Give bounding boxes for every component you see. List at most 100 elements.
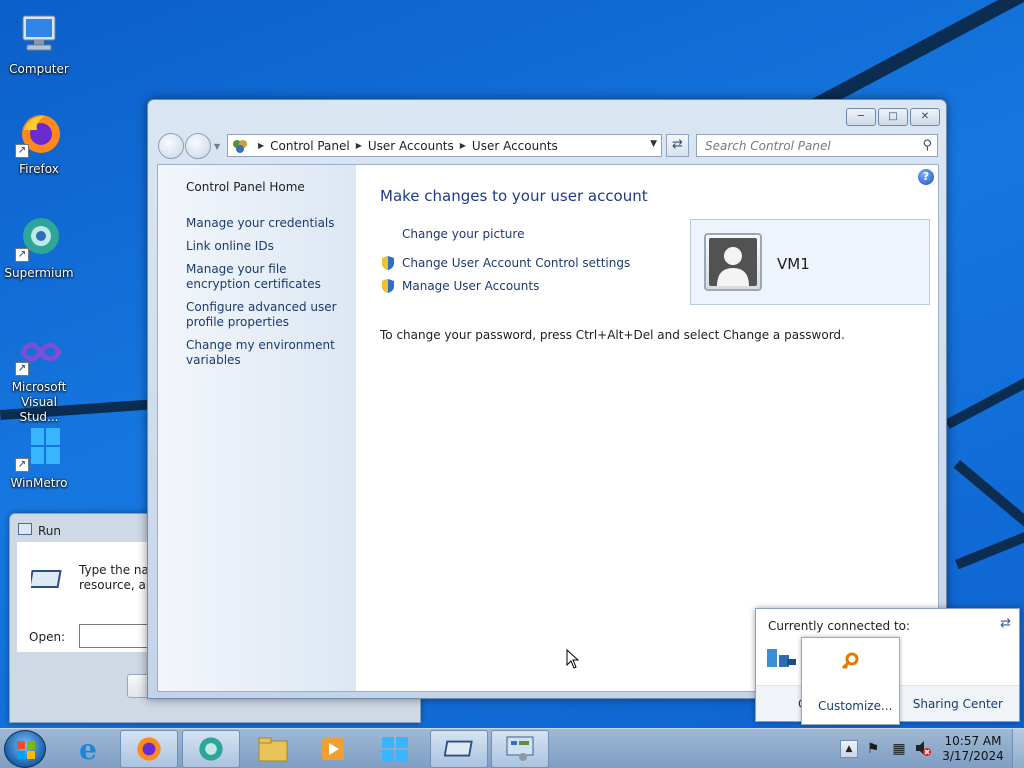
back-button[interactable]	[158, 133, 184, 159]
wallpaper-stripe	[945, 377, 1024, 429]
address-dropdown-icon[interactable]: ▼	[650, 139, 657, 149]
search-box[interactable]: ⚲	[696, 134, 938, 157]
breadcrumb-separator-icon: ▶	[459, 141, 466, 150]
network-flyout-header: Currently connected to:	[768, 619, 911, 633]
supermium-icon	[199, 737, 223, 761]
environment-variables-link[interactable]: Change my environment variables	[186, 338, 351, 368]
key-icon	[840, 652, 860, 675]
shortcut-arrow-icon: ↗	[15, 144, 29, 158]
desktop-icon-supermium[interactable]: ↗ Supermium	[2, 214, 76, 281]
show-desktop-button[interactable]	[1012, 729, 1024, 768]
run-icon	[444, 740, 473, 757]
taskbar-media-player[interactable]	[304, 730, 362, 768]
address-bar[interactable]: ▶ Control Panel ▶ User Accounts ▶ User A…	[227, 134, 662, 157]
windows-logo-icon	[17, 741, 35, 759]
user-silhouette-icon	[709, 238, 757, 286]
desktop-icon-label: WinMetro	[10, 476, 68, 490]
link-online-ids-link[interactable]: Link online IDs	[186, 239, 351, 254]
internet-explorer-icon: e	[79, 732, 97, 766]
system-clock[interactable]: 10:57 AM 3/17/2024	[938, 734, 1008, 764]
search-icon[interactable]: ⚲	[922, 138, 932, 153]
taskbar: e ▲ ⚑ ▦ 10:57 AM 3/17/2024	[0, 728, 1024, 768]
network-tray-icon[interactable]: ▦	[890, 739, 908, 759]
breadcrumb-user-accounts-current[interactable]: User Accounts	[472, 139, 558, 153]
uac-settings-link[interactable]: Change User Account Control settings	[380, 255, 630, 271]
run-title-icon	[18, 523, 32, 535]
taskbar-supermium[interactable]	[182, 730, 240, 768]
wallpaper-stripe	[810, 0, 1024, 113]
run-dialog-title: Run	[38, 524, 62, 538]
network-connection-icon	[766, 645, 798, 674]
recent-pages-chevron-icon[interactable]: ▼	[214, 142, 220, 151]
shortcut-arrow-icon: ↗	[15, 362, 29, 376]
control-panel-icon	[506, 736, 534, 761]
network-sharing-center-link[interactable]: Sharing Center	[913, 697, 1003, 711]
desktop-icon-computer[interactable]: Computer	[2, 10, 76, 77]
network-refresh-icon[interactable]: ⇄	[1000, 616, 1011, 631]
shortcut-arrow-icon: ↗	[15, 248, 29, 262]
desktop-icon-label: Microsoft Visual Stud...	[11, 380, 67, 424]
visual-studio-icon: ↗	[15, 328, 63, 376]
winmetro-icon: ↗	[15, 424, 63, 472]
breadcrumb-user-accounts[interactable]: User Accounts	[368, 139, 454, 153]
media-player-icon	[322, 738, 344, 760]
wallpaper-stripe	[955, 526, 1024, 570]
minimize-button[interactable]: ─	[846, 108, 876, 126]
task-label: Manage User Accounts	[402, 279, 540, 293]
desktop-icon-winmetro[interactable]: ↗ WinMetro	[2, 424, 76, 491]
advanced-user-profile-link[interactable]: Configure advanced user profile properti…	[186, 300, 351, 330]
control-panel-icon	[232, 138, 248, 154]
desktop-icon-label: Firefox	[19, 162, 59, 176]
user-account-tile: VM1	[690, 219, 930, 305]
file-explorer-icon	[258, 737, 288, 762]
wallpaper-stripe	[953, 460, 1024, 545]
taskbar-run[interactable]	[430, 730, 488, 768]
customize-popup[interactable]: Customize...	[801, 637, 900, 725]
left-navigation-pane: Control Panel Home Manage your credentia…	[158, 165, 356, 691]
refresh-icon: ⇄	[672, 137, 683, 152]
manage-user-accounts-link[interactable]: Manage User Accounts	[380, 278, 539, 294]
breadcrumb-separator-icon: ▶	[258, 141, 265, 150]
desktop-icon-firefox[interactable]: ↗ Firefox	[2, 110, 76, 177]
search-input[interactable]	[697, 135, 907, 156]
action-center-flag-icon[interactable]: ⚑	[864, 739, 882, 759]
taskbar-firefox[interactable]	[120, 730, 178, 768]
page-title: Make changes to your user account	[380, 187, 648, 205]
uac-shield-icon	[380, 278, 396, 294]
customize-link[interactable]: Customize...	[818, 699, 892, 713]
supermium-icon: ↗	[15, 214, 63, 262]
breadcrumb-separator-icon: ▶	[355, 141, 362, 150]
shortcut-arrow-icon: ↗	[15, 458, 29, 472]
user-name: VM1	[777, 255, 810, 273]
show-hidden-icons-button[interactable]: ▲	[840, 740, 858, 758]
taskbar-winmetro[interactable]	[366, 730, 424, 768]
desktop-icon-visual-studio[interactable]: ↗ Microsoft Visual Stud...	[2, 328, 76, 425]
manage-credentials-link[interactable]: Manage your credentials	[186, 216, 351, 231]
control-panel-home-link[interactable]: Control Panel Home	[186, 180, 351, 195]
breadcrumb-control-panel[interactable]: Control Panel	[270, 139, 350, 153]
desktop-icon-label: Computer	[9, 62, 69, 76]
maximize-button[interactable]: □	[878, 108, 908, 126]
avatar[interactable]	[704, 233, 762, 291]
taskbar-internet-explorer[interactable]: e	[59, 730, 117, 768]
change-picture-link[interactable]: Change your picture	[402, 227, 524, 241]
help-icon[interactable]: ?	[918, 169, 934, 185]
clock-time: 10:57 AM	[944, 734, 1002, 748]
run-open-label: Open:	[29, 630, 66, 644]
forward-button[interactable]	[185, 133, 211, 159]
taskbar-file-explorer[interactable]	[244, 730, 302, 768]
close-button[interactable]: ✕	[910, 108, 940, 126]
desktop-icon-label: Supermium	[4, 266, 74, 280]
file-encryption-certificates-link[interactable]: Manage your file encryption certificates	[186, 262, 351, 292]
task-label: Change User Account Control settings	[402, 256, 631, 270]
volume-muted-icon[interactable]	[914, 739, 932, 759]
refresh-button[interactable]: ⇄	[666, 134, 689, 157]
start-button[interactable]	[4, 730, 46, 768]
run-icon	[28, 568, 63, 590]
clock-date: 3/17/2024	[942, 749, 1004, 763]
firefox-icon	[137, 737, 161, 761]
firefox-icon: ↗	[15, 110, 63, 158]
task-label: Change your picture	[402, 227, 525, 241]
uac-shield-icon	[380, 255, 396, 271]
taskbar-control-panel[interactable]	[491, 730, 549, 768]
